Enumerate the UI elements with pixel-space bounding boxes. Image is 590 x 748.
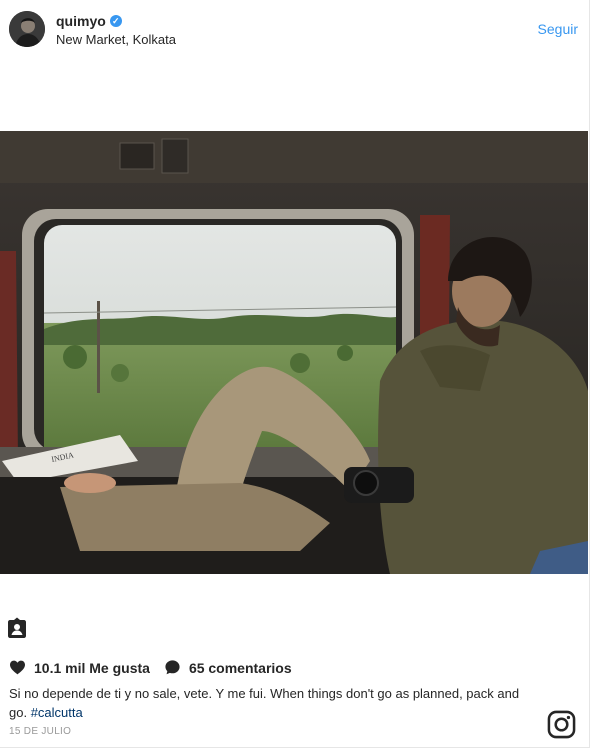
- comments-stat[interactable]: 65 comentarios: [164, 659, 292, 676]
- post-date[interactable]: 15 DE JULIO: [9, 726, 71, 737]
- comment-bubble-icon[interactable]: [164, 659, 181, 676]
- caption: Si no depende de ti y no sale, vete. Y m…: [9, 684, 529, 722]
- user-tag-icon[interactable]: [6, 617, 28, 639]
- post-photo[interactable]: INDIA: [0, 131, 588, 574]
- comments-count[interactable]: 65 comentarios: [189, 660, 292, 676]
- instagram-logo-icon[interactable]: [547, 710, 576, 739]
- username-row: quimyo ✓: [56, 13, 122, 29]
- hashtag-link[interactable]: #calcutta: [31, 705, 83, 720]
- likes-count[interactable]: 10.1 mil Me gusta: [34, 660, 150, 676]
- verified-badge-icon: ✓: [109, 15, 122, 27]
- caption-text: Si no depende de ti y no sale, vete. Y m…: [9, 686, 520, 720]
- heart-icon[interactable]: [9, 660, 26, 675]
- stats-row: 10.1 mil Me gusta 65 comentarios: [9, 659, 292, 676]
- avatar[interactable]: [9, 11, 45, 47]
- train-window-photo: INDIA: [0, 131, 588, 574]
- location[interactable]: New Market, Kolkata: [56, 32, 176, 47]
- avatar-photo: [9, 11, 45, 47]
- follow-button[interactable]: Seguir: [538, 21, 578, 37]
- likes-stat[interactable]: 10.1 mil Me gusta: [9, 660, 150, 676]
- username[interactable]: quimyo: [56, 13, 106, 29]
